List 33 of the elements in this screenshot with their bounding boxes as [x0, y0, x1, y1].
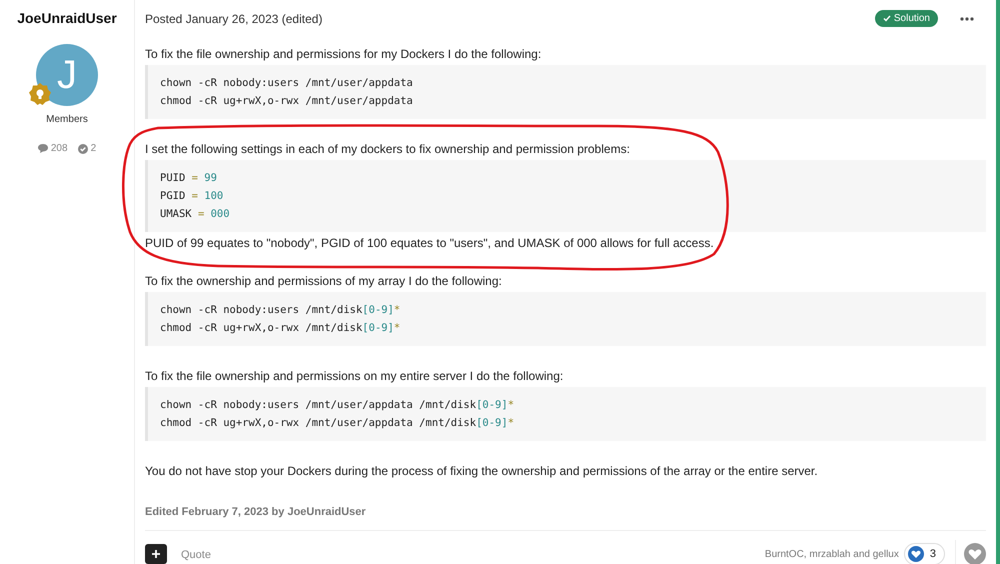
check-icon: [78, 144, 88, 154]
reaction-count[interactable]: 3: [904, 543, 945, 564]
edited-note: Edited February 7, 2023 by JoeUnraidUser: [145, 506, 367, 518]
badge-icon: [28, 82, 52, 106]
post-count: 208: [50, 143, 68, 154]
add-button[interactable]: [145, 544, 167, 564]
member-group: Members: [46, 114, 88, 125]
more-icon[interactable]: [960, 16, 974, 20]
post-date: Posted January 26, 2023 (edited): [145, 12, 324, 26]
comment-icon: [38, 144, 48, 153]
code-line: chmod -cR ug+rwX,o-rwx /mnt/user/appdata /mnt/disk[0-9]*: [160, 416, 516, 431]
avatar[interactable]: J: [36, 44, 98, 106]
code-line: chown -cR nobody:users /mnt/user/appdata: [160, 76, 414, 91]
code-line: PUID = 99: [160, 171, 218, 186]
code-line: chown -cR nobody:users /mnt/disk[0-9]*: [160, 303, 402, 318]
solution-badge: Solution: [874, 10, 938, 27]
code-line: chown -cR nobody:users /mnt/user/appdata /mnt/disk[0-9]*: [160, 398, 516, 413]
plus-icon: [151, 549, 161, 559]
post-paragraph: To fix the file ownership and permissions for my Dockers I do the following:: [145, 46, 542, 62]
post-paragraph: PUID of 99 equates to "nobody", PGID of 100 equates to "users", and UMASK of 000 allows for full access.: [145, 235, 715, 251]
code-line: PGID = 100: [160, 189, 224, 204]
code-line: chmod -cR ug+rwX,o-rwx /mnt/user/appdata: [160, 94, 414, 109]
code-line: UMASK = 000: [160, 207, 231, 222]
post-paragraph: To fix the file ownership and permissions on my entire server I do the following:: [145, 368, 564, 384]
reactors-text[interactable]: BurntOC, mrzablah and gellux: [764, 548, 899, 560]
code-line: chmod -cR ug+rwX,o-rwx /mnt/disk[0-9]*: [160, 321, 402, 336]
post-paragraph: To fix the ownership and permissions of my array I do the following:: [145, 273, 503, 289]
quote-button[interactable]: Quote: [181, 549, 211, 561]
like-icon[interactable]: [964, 543, 986, 564]
solution-count: 2: [90, 143, 96, 154]
post-paragraph: You do not have stop your Dockers during the process of fixing the ownership and permissions of the array or the entire server.: [145, 463, 819, 479]
post-paragraph: I set the following settings in each of my dockers to fix ownership and permission problems:: [145, 141, 631, 157]
author-name[interactable]: JoeUnraidUser: [17, 10, 117, 26]
